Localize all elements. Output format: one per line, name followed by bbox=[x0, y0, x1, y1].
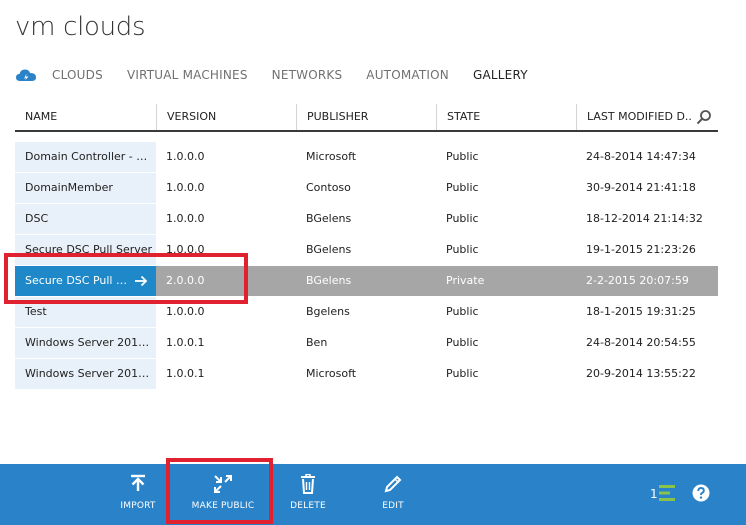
cell-name: DomainMember bbox=[15, 173, 156, 203]
column-header-state[interactable]: STATE bbox=[436, 104, 576, 130]
table-row[interactable]: Domain Controller - Wi... 1.0.0.0 Micros… bbox=[15, 142, 718, 172]
cell-name: Windows Server 2012 R2 bbox=[15, 328, 156, 358]
page-title: vm clouds bbox=[15, 12, 146, 42]
delete-label: DELETE bbox=[290, 501, 326, 511]
column-header-name[interactable]: NAME bbox=[15, 104, 156, 130]
cell-last-modified: 24-8-2014 20:54:55 bbox=[586, 336, 696, 349]
cell-version: 1.0.0.0 bbox=[166, 212, 205, 225]
list-icon[interactable] bbox=[659, 484, 677, 502]
cell-publisher: Ben bbox=[306, 336, 328, 349]
cell-name: Domain Controller - Wi... bbox=[15, 142, 156, 172]
cell-publisher: Contoso bbox=[306, 181, 351, 194]
cell-state: Public bbox=[446, 212, 479, 225]
arrow-right-icon[interactable] bbox=[134, 274, 148, 288]
cell-version: 1.0.0.1 bbox=[166, 336, 205, 349]
cell-last-modified: 18-1-2015 19:31:25 bbox=[586, 305, 696, 318]
notification-count: 1 bbox=[650, 487, 658, 501]
cell-state: Private bbox=[446, 274, 485, 287]
search-icon[interactable] bbox=[696, 109, 712, 125]
cell-publisher: Bgelens bbox=[306, 305, 350, 318]
tab-gallery[interactable]: GALLERY bbox=[473, 68, 528, 82]
cell-publisher: BGelens bbox=[306, 212, 352, 225]
table-row[interactable]: DomainMember 1.0.0.0 Contoso Public 30-9… bbox=[15, 173, 718, 203]
cell-state: Public bbox=[446, 181, 479, 194]
cell-state: Public bbox=[446, 243, 479, 256]
make-public-button[interactable]: MAKE PUBLIC bbox=[183, 464, 263, 525]
cell-last-modified: 19-1-2015 21:23:26 bbox=[586, 243, 696, 256]
command-bar: IMPORT MAKE PUBLIC DELETE EDIT bbox=[0, 464, 746, 525]
cell-version: 1.0.0.0 bbox=[166, 243, 205, 256]
column-header-version[interactable]: VERSION bbox=[156, 104, 296, 130]
table-row[interactable]: Windows Server 2012 R2 1.0.0.1 Ben Publi… bbox=[15, 328, 718, 358]
make-public-label: MAKE PUBLIC bbox=[191, 501, 255, 511]
cell-version: 1.0.0.0 bbox=[166, 181, 205, 194]
edit-button[interactable]: EDIT bbox=[366, 464, 420, 525]
tab-networks[interactable]: NETWORKS bbox=[272, 68, 343, 82]
column-header-last-modified[interactable]: LAST MODIFIED D... bbox=[576, 104, 691, 130]
tab-virtual-machines[interactable]: VIRTUAL MACHINES bbox=[127, 68, 248, 82]
cell-last-modified: 18-12-2014 21:14:32 bbox=[586, 212, 703, 225]
cell-version: 2.0.0.0 bbox=[166, 274, 205, 287]
cell-last-modified: 20-9-2014 13:55:22 bbox=[586, 367, 696, 380]
import-button[interactable]: IMPORT bbox=[108, 464, 168, 525]
import-label: IMPORT bbox=[120, 501, 156, 511]
cell-version: 1.0.0.0 bbox=[166, 150, 205, 163]
cell-last-modified: 2-2-2015 20:07:59 bbox=[586, 274, 689, 287]
cell-last-modified: 24-8-2014 14:47:34 bbox=[586, 150, 696, 163]
cell-publisher: BGelens bbox=[306, 243, 352, 256]
edit-label: EDIT bbox=[382, 501, 404, 511]
cell-name: DSC bbox=[15, 204, 156, 234]
delete-button[interactable]: DELETE bbox=[280, 464, 336, 525]
delete-icon bbox=[301, 474, 315, 494]
import-icon bbox=[131, 474, 145, 491]
cell-publisher: Microsoft bbox=[306, 150, 357, 163]
cell-state: Public bbox=[446, 150, 479, 163]
cell-version: 1.0.0.0 bbox=[166, 305, 205, 318]
cell-version: 1.0.0.1 bbox=[166, 367, 205, 380]
cell-state: Public bbox=[446, 336, 479, 349]
table-row[interactable]: Windows Server 2012 R2 1.0.0.1 Microsoft… bbox=[15, 359, 718, 389]
cell-name: Test bbox=[15, 297, 156, 327]
table-row-selected[interactable]: Secure DSC Pull Se... 2.0.0.0 BGelens Pr… bbox=[15, 266, 718, 296]
cell-publisher: BGelens bbox=[306, 274, 352, 287]
nav-tabs: CLOUDS VIRTUAL MACHINES NETWORKS AUTOMAT… bbox=[15, 64, 552, 86]
cell-name: Secure DSC Pull Server bbox=[15, 235, 156, 265]
tab-clouds[interactable]: CLOUDS bbox=[52, 68, 103, 82]
table-row[interactable]: Secure DSC Pull Server 1.0.0.0 BGelens P… bbox=[15, 235, 718, 265]
table-row[interactable]: Test 1.0.0.0 Bgelens Public 18-1-2015 19… bbox=[15, 297, 718, 327]
cell-publisher: Microsoft bbox=[306, 367, 357, 380]
cell-state: Public bbox=[446, 367, 479, 380]
cloud-icon bbox=[16, 69, 36, 81]
table-row[interactable]: DSC 1.0.0.0 BGelens Public 18-12-2014 21… bbox=[15, 204, 718, 234]
make-public-icon bbox=[214, 475, 232, 493]
tab-automation[interactable]: AUTOMATION bbox=[366, 68, 449, 82]
cell-state: Public bbox=[446, 305, 479, 318]
grid-header: NAME VERSION PUBLISHER STATE LAST MODIFI… bbox=[15, 104, 718, 132]
edit-icon bbox=[384, 475, 402, 493]
cell-name: Windows Server 2012 R2 bbox=[15, 359, 156, 389]
cell-last-modified: 30-9-2014 21:41:18 bbox=[586, 181, 696, 194]
help-icon[interactable] bbox=[692, 484, 710, 502]
column-header-publisher[interactable]: PUBLISHER bbox=[296, 104, 436, 130]
